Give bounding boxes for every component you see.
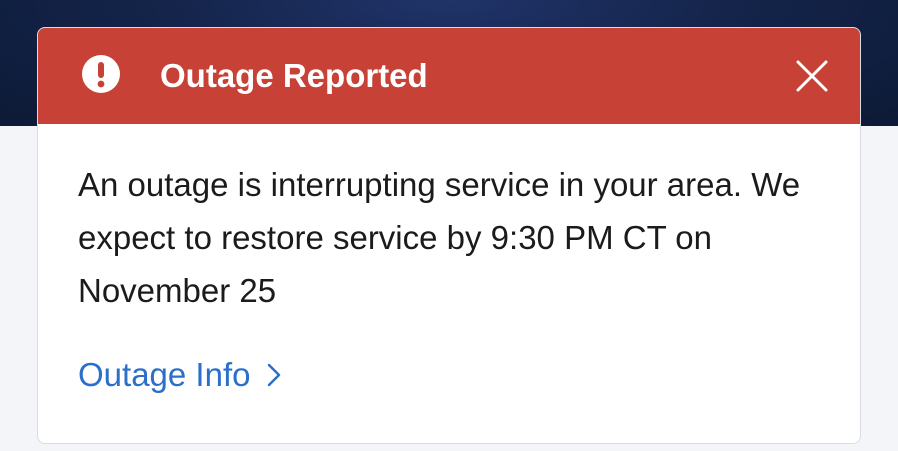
alert-message: An outage is interrupting service in you… [78,166,801,309]
outage-alert-card: Outage Reported An outage is interruptin… [37,27,861,444]
outage-info-label: Outage Info [78,356,251,393]
close-icon[interactable] [792,56,832,96]
alert-header: Outage Reported [38,28,860,124]
outage-info-link[interactable]: Outage Info [78,356,282,394]
chevron-right-icon [268,363,281,387]
alert-title: Outage Reported [160,57,428,94]
exclamation-circle-icon [82,55,120,93]
